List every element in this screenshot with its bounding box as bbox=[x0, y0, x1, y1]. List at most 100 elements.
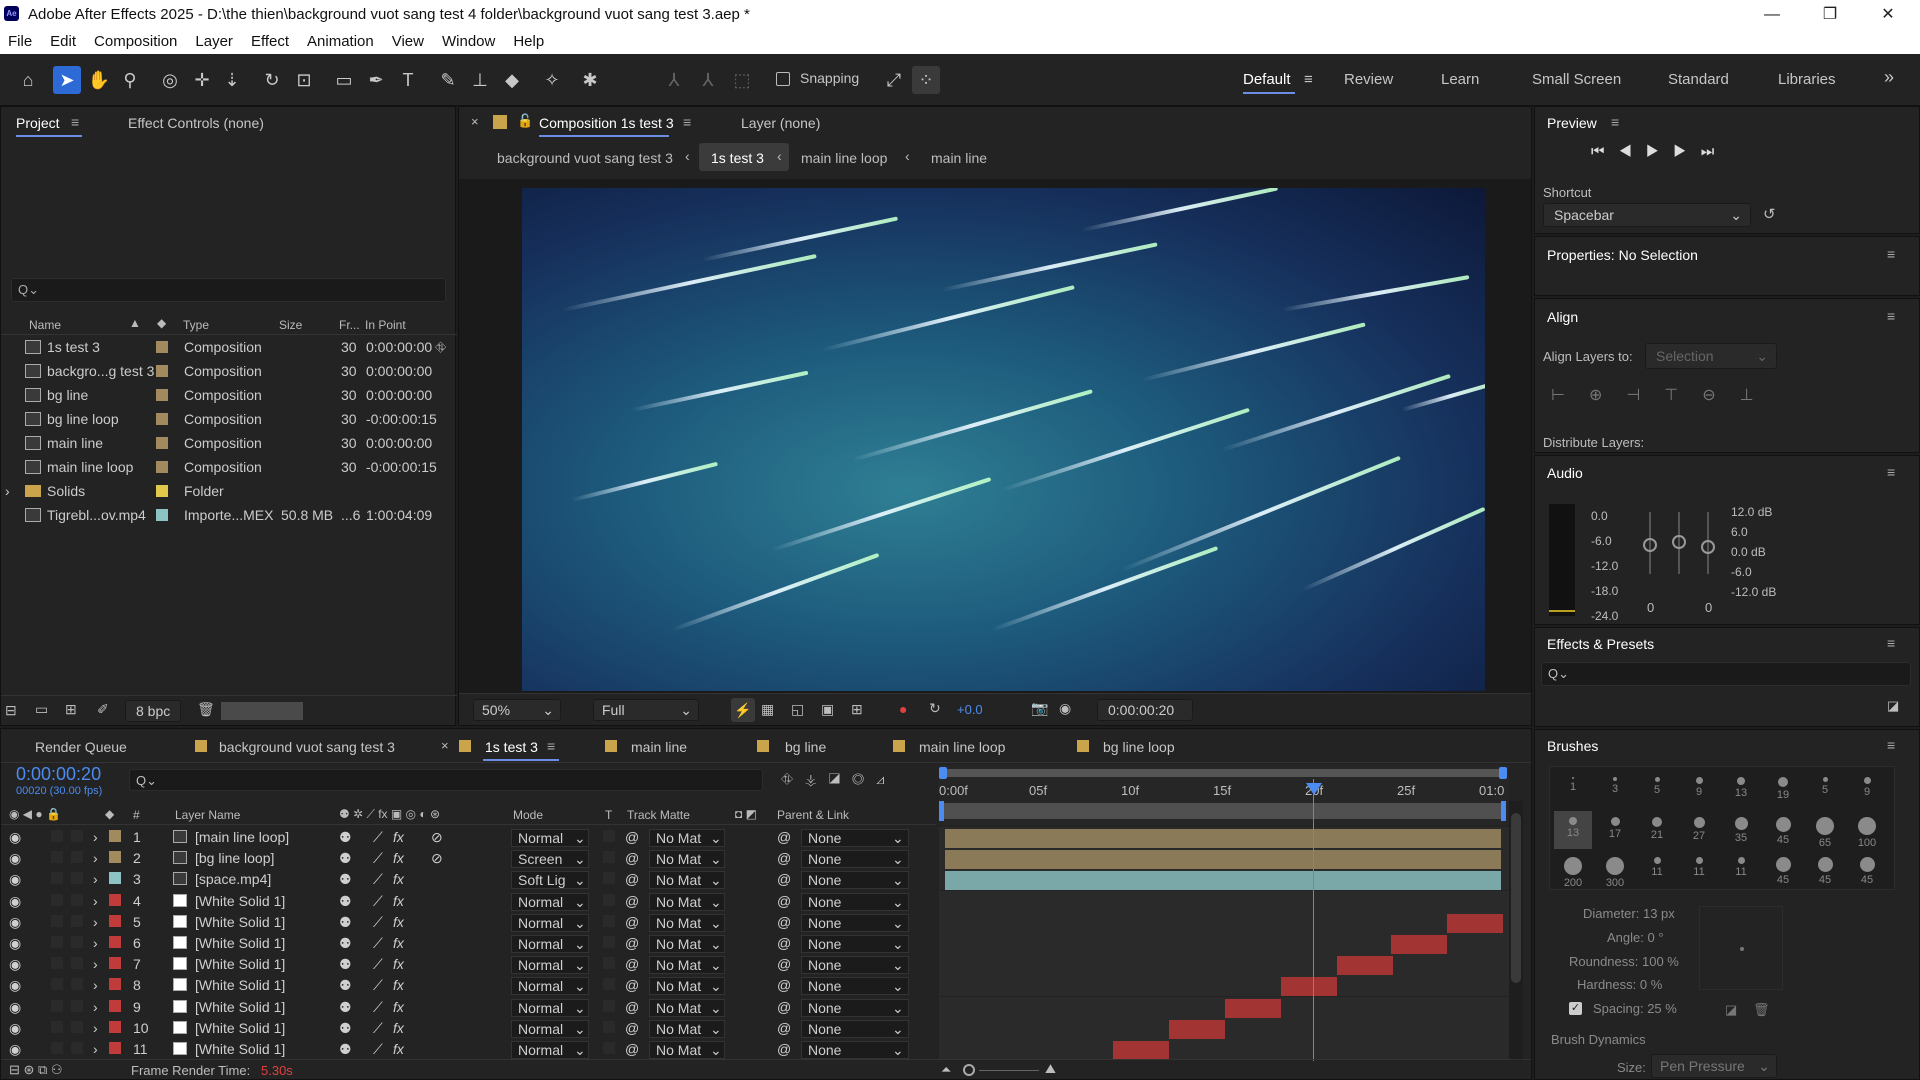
col-frame-rate[interactable]: Fr... bbox=[339, 318, 360, 332]
matte-pickwhip-icon[interactable]: @ bbox=[625, 935, 639, 951]
collapse-switch-icon[interactable]: ⊘ bbox=[431, 850, 443, 867]
workspace-review[interactable]: Review bbox=[1344, 71, 1393, 88]
type-tool-icon[interactable]: T bbox=[394, 66, 422, 94]
eye-icon[interactable]: ◉ bbox=[9, 914, 21, 931]
comp-mini-flowchart-icon[interactable]: ⛗ bbox=[781, 771, 805, 788]
project-item[interactable]: bg line Composition 30 0:00:00:00 bbox=[1, 383, 451, 407]
exposure-value[interactable]: +0.0 bbox=[957, 702, 983, 717]
brush-tip[interactable]: 13 bbox=[1554, 811, 1592, 849]
workspace-standard[interactable]: Standard bbox=[1668, 71, 1729, 88]
layer-duration-bar[interactable] bbox=[1225, 998, 1281, 1018]
tab-timeline[interactable]: bg line bbox=[785, 739, 826, 755]
preserve-transparency-toggle[interactable] bbox=[603, 851, 615, 864]
layer-duration-bar[interactable] bbox=[945, 850, 1501, 870]
quality-switch-icon[interactable]: ⟋ bbox=[373, 977, 383, 994]
work-area-bar[interactable] bbox=[941, 769, 1505, 777]
first-frame-icon[interactable]: ⏮ bbox=[1591, 143, 1619, 160]
roto-brush-icon[interactable]: ✧ bbox=[538, 66, 566, 94]
snapping-checkbox[interactable] bbox=[776, 72, 790, 86]
layer-label-color[interactable] bbox=[109, 872, 121, 885]
layer-label-color[interactable] bbox=[109, 1020, 121, 1033]
preserve-transparency-toggle[interactable] bbox=[603, 914, 615, 927]
mode-dropdown[interactable]: Normal ⌄ bbox=[511, 892, 589, 911]
resolution-dropdown[interactable]: Full ⌄ bbox=[593, 699, 699, 721]
current-time-display[interactable]: 0:00:00:20 bbox=[1097, 699, 1193, 721]
lock-toggle[interactable] bbox=[71, 914, 83, 927]
parent-pickwhip-icon[interactable]: @ bbox=[777, 850, 791, 866]
brush-tip[interactable]: 17 bbox=[1596, 811, 1634, 849]
layer-label-color[interactable] bbox=[109, 893, 121, 906]
fx-switch-icon[interactable]: fx bbox=[393, 1020, 404, 1036]
layer-label-color[interactable] bbox=[109, 851, 121, 864]
size-dropdown[interactable]: Pen Pressure ⌄ bbox=[1651, 1054, 1777, 1078]
mode-dropdown[interactable]: Screen ⌄ bbox=[511, 850, 589, 869]
parent-dropdown[interactable]: None ⌄ bbox=[801, 977, 909, 996]
solo-toggle[interactable] bbox=[51, 872, 63, 885]
tab-timeline-active[interactable]: 1s test 3 bbox=[485, 739, 538, 755]
matte-pickwhip-icon[interactable]: @ bbox=[625, 871, 639, 887]
breadcrumb-item[interactable]: main line loop bbox=[801, 150, 887, 166]
layer-row[interactable]: ◉ › 8 [White Solid 1] ⚉ ⟋ fx Normal ⌄ @ No Mat ⌄ @ No… bbox=[1, 975, 1526, 997]
menu-composition[interactable]: Composition bbox=[86, 30, 187, 54]
zoom-slider-track[interactable] bbox=[979, 1070, 1039, 1071]
col-mode[interactable]: Mode bbox=[513, 808, 543, 822]
solo-toggle[interactable] bbox=[51, 851, 63, 864]
align-top-icon[interactable]: ⊤ bbox=[1664, 387, 1702, 404]
quality-switch-icon[interactable]: ⟋ bbox=[373, 829, 383, 846]
eraser-tool-icon[interactable]: ◆ bbox=[498, 66, 526, 94]
next-frame-icon[interactable]: ▶ bbox=[1673, 143, 1700, 160]
lock-toggle[interactable] bbox=[71, 830, 83, 842]
lock-toggle[interactable] bbox=[71, 999, 83, 1012]
label-tag-icon[interactable]: ◆ bbox=[157, 316, 166, 330]
solo-toggle[interactable] bbox=[51, 893, 63, 906]
comp-menu-icon[interactable]: ≡ bbox=[683, 114, 691, 130]
label-color[interactable] bbox=[156, 485, 168, 497]
workspace-overflow-icon[interactable]: » bbox=[1884, 67, 1894, 88]
draft-3d-icon[interactable]: ⚶ bbox=[805, 771, 829, 788]
bpc-button[interactable]: 8 bpc bbox=[125, 700, 182, 722]
quality-switch-icon[interactable]: ⟋ bbox=[373, 1041, 383, 1058]
label-color[interactable] bbox=[156, 365, 168, 377]
expand-chevron-icon[interactable]: › bbox=[93, 850, 98, 866]
brush-tip[interactable]: 13 bbox=[1722, 771, 1760, 809]
tab-layer[interactable]: Layer (none) bbox=[741, 115, 820, 131]
lock-icon[interactable]: 🔓 bbox=[517, 113, 533, 129]
eye-icon[interactable]: ◉ bbox=[9, 871, 21, 888]
layer-name[interactable]: [White Solid 1] bbox=[195, 977, 285, 993]
brush-tip[interactable]: 65 bbox=[1806, 811, 1844, 849]
shy-switch-icon[interactable]: ⚉ bbox=[339, 850, 352, 867]
orbit-camera-icon[interactable]: ◎ bbox=[156, 66, 184, 94]
play-icon[interactable]: ▶ bbox=[1646, 143, 1673, 160]
tab-timeline[interactable]: main line bbox=[631, 739, 687, 755]
tab-composition[interactable]: Composition 1s test 3 bbox=[539, 115, 674, 131]
fx-switch-icon[interactable]: fx bbox=[393, 829, 404, 845]
shy-switch-icon[interactable]: ⚉ bbox=[339, 956, 352, 973]
tab-timeline[interactable]: bg line loop bbox=[1103, 739, 1175, 755]
matte-pickwhip-icon[interactable]: @ bbox=[625, 893, 639, 909]
fx-switch-icon[interactable]: fx bbox=[393, 935, 404, 951]
dolly-camera-icon[interactable]: ⇣ bbox=[218, 66, 246, 94]
layer-row[interactable]: ◉ › 5 [White Solid 1] ⚉ ⟋ fx Normal ⌄ @ No Mat ⌄ @ No… bbox=[1, 911, 1526, 933]
current-time[interactable]: 0:00:00:20 bbox=[16, 764, 101, 785]
reset-shortcut-icon[interactable]: ↺ bbox=[1763, 205, 1776, 223]
track-matte-dropdown[interactable]: No Mat ⌄ bbox=[649, 850, 725, 869]
lock-toggle[interactable] bbox=[71, 1042, 83, 1054]
parent-pickwhip-icon[interactable]: @ bbox=[777, 935, 791, 951]
breadcrumb-current[interactable]: 1s test 3 bbox=[711, 150, 764, 166]
brush-tip[interactable]: 35 bbox=[1722, 811, 1760, 849]
pan-behind-tool-icon[interactable]: ⊡ bbox=[290, 66, 318, 94]
eye-icon[interactable]: ◉ bbox=[9, 977, 21, 994]
workspace-libraries[interactable]: Libraries bbox=[1778, 71, 1836, 88]
shortcut-dropdown[interactable]: Spacebar ⌄ bbox=[1543, 203, 1751, 227]
layer-name[interactable]: [space.mp4] bbox=[195, 871, 271, 887]
quality-switch-icon[interactable]: ⟋ bbox=[373, 871, 383, 888]
lock-toggle[interactable] bbox=[71, 872, 83, 885]
layer-label-color[interactable] bbox=[109, 914, 121, 927]
workspace-small-screen[interactable]: Small Screen bbox=[1532, 71, 1621, 88]
left-slider-knob[interactable] bbox=[1643, 538, 1657, 552]
puppet-pin-icon[interactable]: ✱ bbox=[576, 66, 604, 94]
tab-effect-controls[interactable]: Effect Controls (none) bbox=[128, 115, 264, 131]
align-to-dropdown[interactable]: Selection ⌄ bbox=[1645, 343, 1777, 369]
align-menu-icon[interactable]: ≡ bbox=[1887, 308, 1895, 324]
brush-tip[interactable]: 27 bbox=[1680, 811, 1718, 849]
